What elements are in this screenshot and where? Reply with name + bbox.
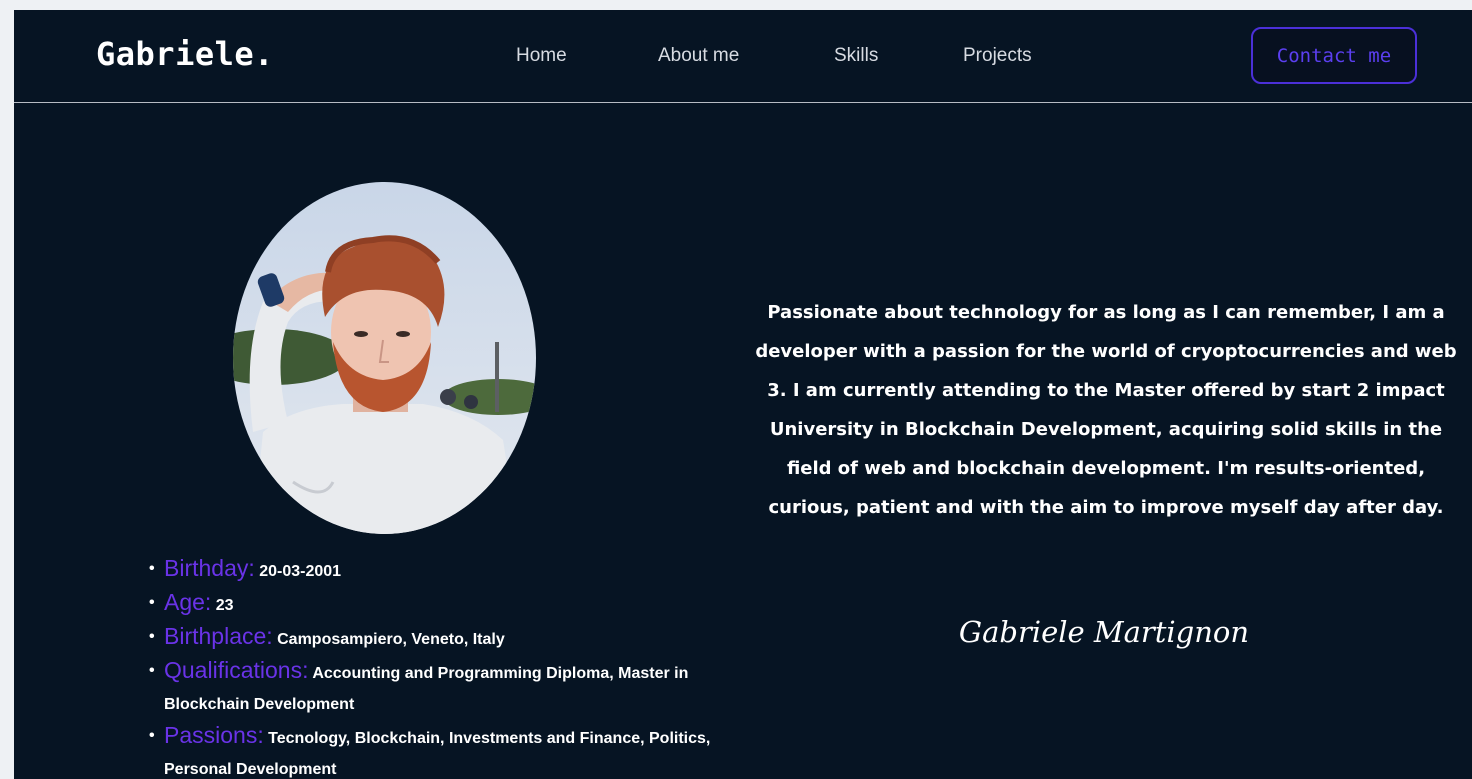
detail-qualifications: Qualifications: Accounting and Programmi… [145, 655, 765, 720]
detail-key: Qualifications: [164, 657, 309, 683]
bio-paragraph: Passionate about technology for as long … [755, 302, 1457, 518]
detail-key: Age: [164, 589, 212, 615]
page-frame: Gabriele. Home About me Skills Projects … [14, 10, 1472, 779]
detail-birthday: Birthday: 20-03-2001 [145, 553, 765, 587]
signature: Gabriele Martignon [958, 615, 1250, 649]
nav-link-about-me[interactable]: About me [658, 45, 739, 67]
detail-passions: Passions: Tecnology, Blockchain, Investm… [145, 720, 765, 779]
nav-link-skills[interactable]: Skills [834, 45, 878, 67]
personal-details-list: Birthday: 20-03-2001 Age: 23 Birthplace:… [145, 553, 765, 779]
detail-value: 23 [215, 597, 234, 614]
detail-key: Passions: [164, 722, 264, 748]
nav-link-projects[interactable]: Projects [963, 45, 1032, 67]
detail-birthplace: Birthplace: Camposampiero, Veneto, Italy [145, 621, 765, 655]
navbar: Gabriele. Home About me Skills Projects … [14, 10, 1472, 103]
profile-photo [233, 182, 536, 534]
detail-age: Age: 23 [145, 587, 765, 621]
detail-value: Camposampiero, Veneto, Italy [277, 631, 505, 648]
site-logo[interactable]: Gabriele. [96, 35, 274, 73]
detail-key: Birthplace: [164, 623, 273, 649]
contact-me-button[interactable]: Contact me [1251, 27, 1417, 84]
detail-value: 20-03-2001 [259, 563, 342, 580]
nav-link-home[interactable]: Home [516, 45, 567, 67]
detail-key: Birthday: [164, 555, 255, 581]
profile-photo-image [233, 182, 536, 534]
